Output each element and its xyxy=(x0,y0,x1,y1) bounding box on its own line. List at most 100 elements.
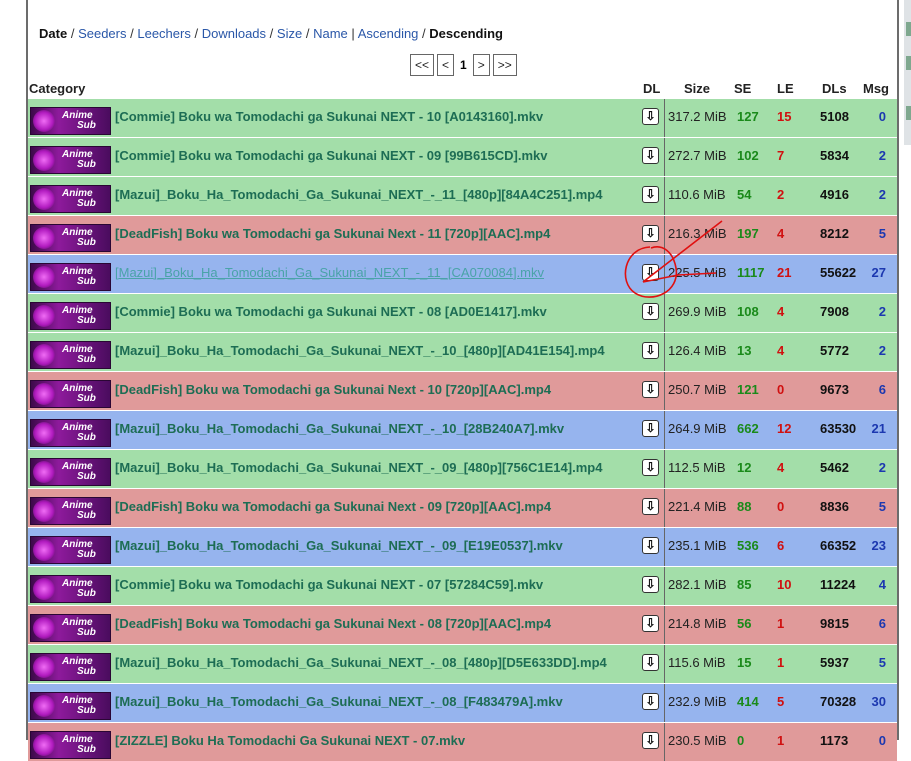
torrent-name-link[interactable]: [Mazui]_Boku_Ha_Tomodachi_Ga_Sukunai_NEX… xyxy=(115,655,607,670)
category-badge[interactable]: Anime Sub xyxy=(30,185,111,213)
torrent-name-link[interactable]: [Mazui]_Boku_Ha_Tomodachi_Ga_Sukunai_NEX… xyxy=(115,187,602,202)
torrent-name-link[interactable]: [Mazui]_Boku_Ha_Tomodachi_Ga_Sukunai_NEX… xyxy=(115,265,544,280)
torrent-name-link[interactable]: [Mazui]_Boku_Ha_Tomodachi_Ga_Sukunai_NEX… xyxy=(115,460,602,475)
downloads-cell: 55622 xyxy=(820,265,857,280)
torrent-name-link[interactable]: [Commie] Boku wa Tomodachi ga Sukunai NE… xyxy=(115,577,543,592)
messages-link[interactable]: 6 xyxy=(870,616,886,631)
messages-link[interactable]: 2 xyxy=(870,148,886,163)
torrent-name-link[interactable]: [Commie] Boku wa Tomodachi ga Sukunai NE… xyxy=(115,304,547,319)
category-logo-icon xyxy=(33,227,55,249)
download-arrow-icon[interactable]: ⇩ xyxy=(642,420,659,437)
category-logo-icon xyxy=(33,383,55,405)
category-badge[interactable]: Anime Sub xyxy=(30,224,111,252)
category-badge[interactable]: Anime Sub xyxy=(30,458,111,486)
category-badge-line2: Sub xyxy=(77,471,96,482)
sort-size-link[interactable]: Size xyxy=(277,26,302,41)
table-row: Anime Sub [Mazui]_Boku_Ha_Tomodachi_Ga_Suk… xyxy=(28,644,897,683)
category-logo-icon xyxy=(33,695,55,717)
download-arrow-icon[interactable]: ⇩ xyxy=(642,537,659,554)
category-badge[interactable]: Anime Sub xyxy=(30,146,111,174)
torrent-name-link[interactable]: [Mazui]_Boku_Ha_Tomodachi_Ga_Sukunai_NEX… xyxy=(115,421,564,436)
messages-link[interactable]: 27 xyxy=(870,265,886,280)
size-cell: 232.9 MiB xyxy=(668,694,727,709)
leechers-cell: 10 xyxy=(777,577,792,592)
messages-link[interactable]: 2 xyxy=(870,460,886,475)
download-arrow-icon[interactable]: ⇩ xyxy=(642,303,659,320)
category-badge[interactable]: Anime Sub xyxy=(30,419,111,447)
messages-link[interactable]: 0 xyxy=(870,109,886,124)
torrent-name-link[interactable]: [Commie] Boku wa Tomodachi ga Sukunai NE… xyxy=(115,109,543,124)
next-page-button[interactable]: > xyxy=(472,54,490,76)
torrent-name-link[interactable]: [DeadFish] Boku wa Tomodachi ga Sukunai … xyxy=(115,616,551,631)
torrent-name-link[interactable]: [DeadFish] Boku wa Tomodachi ga Sukunai … xyxy=(115,226,550,241)
torrent-name-link[interactable]: [Mazui]_Boku_Ha_Tomodachi_Ga_Sukunai_NEX… xyxy=(115,694,563,709)
category-badge[interactable]: Anime Sub xyxy=(30,341,111,369)
category-badge[interactable]: Anime Sub xyxy=(30,614,111,642)
download-arrow-icon[interactable]: ⇩ xyxy=(642,147,659,164)
last-page-button[interactable]: >> xyxy=(492,54,517,76)
sort-descending: Descending xyxy=(429,26,503,41)
download-arrow-icon[interactable]: ⇩ xyxy=(642,654,659,671)
download-arrow-icon[interactable]: ⇩ xyxy=(642,342,659,359)
category-badge-line2: Sub xyxy=(77,237,96,248)
messages-link[interactable]: 0 xyxy=(870,733,886,748)
category-badge[interactable]: Anime Sub xyxy=(30,575,111,603)
messages-link[interactable]: 23 xyxy=(870,538,886,553)
category-logo-icon xyxy=(33,461,55,483)
torrent-name-link[interactable]: [DeadFish] Boku wa Tomodachi ga Sukunai … xyxy=(115,499,551,514)
table-row: Anime Sub [Commie] Boku wa Tomodachi ga Su… xyxy=(28,137,897,176)
downloads-cell: 1173 xyxy=(820,733,849,748)
messages-link[interactable]: 5 xyxy=(870,655,886,670)
messages-link[interactable]: 4 xyxy=(870,577,886,592)
messages-link[interactable]: 2 xyxy=(870,304,886,319)
torrent-name-link[interactable]: [ZIZZLE] Boku Ha Tomodachi Ga Sukunai NE… xyxy=(115,733,465,748)
download-arrow-icon[interactable]: ⇩ xyxy=(642,459,659,476)
torrent-name-link[interactable]: [Mazui]_Boku_Ha_Tomodachi_Ga_Sukunai_NEX… xyxy=(115,538,563,553)
messages-link[interactable]: 21 xyxy=(870,421,886,436)
column-divider xyxy=(664,177,665,215)
leechers-cell: 1 xyxy=(777,655,785,670)
download-arrow-icon[interactable]: ⇩ xyxy=(642,615,659,632)
download-arrow-icon[interactable]: ⇩ xyxy=(642,225,659,242)
size-cell: 110.6 MiB xyxy=(668,187,726,202)
category-badge[interactable]: Anime Sub xyxy=(30,653,111,681)
category-badge[interactable]: Anime Sub xyxy=(30,731,111,759)
messages-link[interactable]: 6 xyxy=(870,382,886,397)
category-badge-line2: Sub xyxy=(77,432,96,443)
download-arrow-icon[interactable]: ⇩ xyxy=(642,381,659,398)
sort-seeders-link[interactable]: Seeders xyxy=(78,26,126,41)
leechers-cell: 4 xyxy=(777,343,785,358)
category-badge[interactable]: Anime Sub xyxy=(30,107,111,135)
torrent-name-link[interactable]: [Mazui]_Boku_Ha_Tomodachi_Ga_Sukunai_NEX… xyxy=(115,343,605,358)
category-badge[interactable]: Anime Sub xyxy=(30,497,111,525)
messages-link[interactable]: 2 xyxy=(870,343,886,358)
sort-downloads-link[interactable]: Downloads xyxy=(202,26,266,41)
sort-leechers-link[interactable]: Leechers xyxy=(137,26,190,41)
messages-link[interactable]: 2 xyxy=(870,187,886,202)
torrent-name-link[interactable]: [Commie] Boku wa Tomodachi ga Sukunai NE… xyxy=(115,148,547,163)
category-badge[interactable]: Anime Sub xyxy=(30,692,111,720)
download-arrow-icon[interactable]: ⇩ xyxy=(642,732,659,749)
messages-link[interactable]: 5 xyxy=(870,226,886,241)
download-arrow-icon[interactable]: ⇩ xyxy=(642,498,659,515)
category-badge-line2: Sub xyxy=(77,315,96,326)
seeders-cell: 88 xyxy=(737,499,752,514)
download-arrow-icon[interactable]: ⇩ xyxy=(642,693,659,710)
messages-link[interactable]: 5 xyxy=(870,499,886,514)
torrent-name-link[interactable]: [DeadFish] Boku wa Tomodachi ga Sukunai … xyxy=(115,382,551,397)
download-arrow-icon[interactable]: ⇩ xyxy=(642,576,659,593)
downloads-cell: 5772 xyxy=(820,343,849,358)
download-arrow-icon[interactable]: ⇩ xyxy=(642,186,659,203)
category-badge[interactable]: Anime Sub xyxy=(30,536,111,564)
prev-page-button[interactable]: < xyxy=(437,54,455,76)
category-badge[interactable]: Anime Sub xyxy=(30,263,111,291)
first-page-button[interactable]: << xyxy=(410,54,435,76)
sort-ascending-link[interactable]: Ascending xyxy=(358,26,419,41)
sort-name-link[interactable]: Name xyxy=(313,26,348,41)
download-arrow-icon[interactable]: ⇩ xyxy=(642,108,659,125)
messages-link[interactable]: 30 xyxy=(870,694,886,709)
leechers-cell: 5 xyxy=(777,694,785,709)
download-arrow-icon[interactable]: ⇩ xyxy=(642,264,659,281)
category-badge[interactable]: Anime Sub xyxy=(30,302,111,330)
category-badge[interactable]: Anime Sub xyxy=(30,380,111,408)
